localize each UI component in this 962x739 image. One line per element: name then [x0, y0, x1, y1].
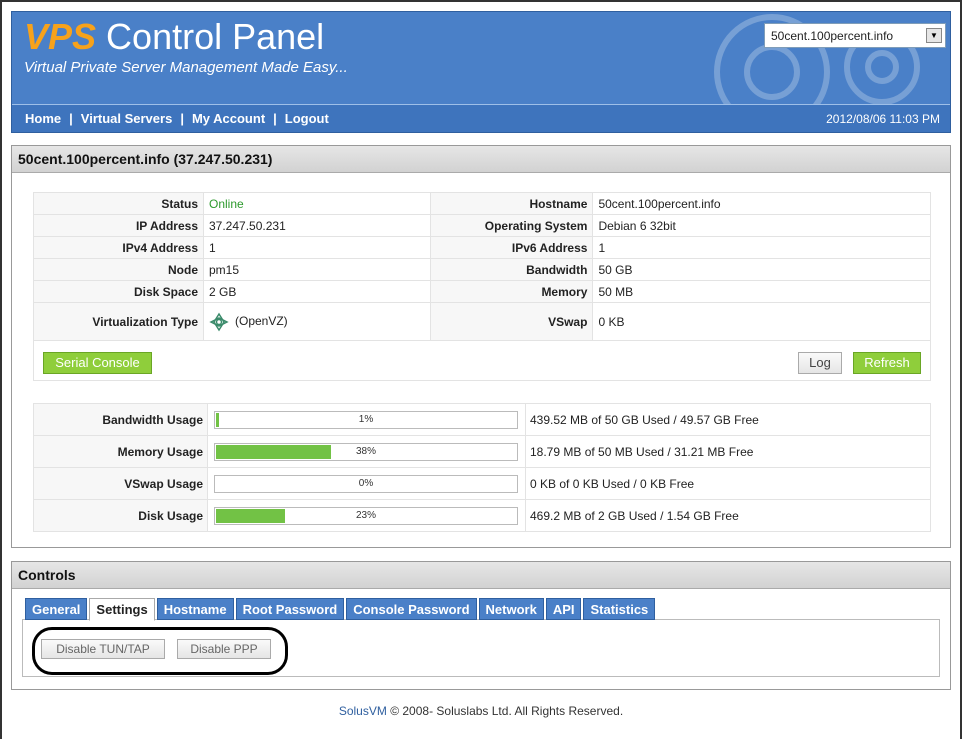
usage-bar-cell: 38% — [207, 435, 526, 468]
nav-my-account[interactable]: My Account — [192, 111, 265, 126]
info-value: 1 — [592, 236, 931, 259]
brand-vps: VPS — [24, 16, 97, 57]
info-label: Operating System — [430, 214, 594, 237]
info-value: Debian 6 32bit — [592, 214, 931, 237]
serial-console-button[interactable]: Serial Console — [43, 352, 152, 374]
usage-row: VSwap Usage 0% 0 KB of 0 KB Used / 0 KB … — [33, 467, 931, 500]
progress-percent: 23% — [355, 509, 376, 521]
table-row: Disk Space 2 GB Memory 50 MB — [33, 280, 931, 303]
highlight-annotation — [32, 627, 288, 675]
usage-progress-bar: 0% — [214, 474, 518, 493]
progress-percent: 0% — [358, 477, 374, 489]
tagline: Virtual Private Server Management Made E… — [24, 59, 348, 76]
tab-api[interactable]: API — [545, 598, 582, 620]
actions-cell — [33, 340, 931, 381]
usage-detail: 469.2 MB of 2 GB Used / 1.54 GB Free — [525, 499, 931, 532]
nav-separator: | — [180, 111, 184, 126]
tab-hostname[interactable]: Hostname — [156, 598, 234, 620]
info-label: Status — [33, 192, 204, 215]
usage-label: VSwap Usage — [33, 467, 208, 500]
tab-statistics[interactable]: Statistics — [583, 598, 656, 620]
chevron-down-icon[interactable]: ▼ — [926, 28, 942, 43]
usage-row: Bandwidth Usage 1% 439.52 MB of 50 GB Us… — [33, 403, 931, 436]
nav-virtual-servers[interactable]: Virtual Servers — [81, 111, 173, 126]
info-label: VSwap — [430, 302, 594, 341]
tab-root-password[interactable]: Root Password — [235, 598, 345, 620]
table-row: Node pm15 Bandwidth 50 GB — [33, 258, 931, 281]
info-value-virtualization: (OpenVZ) — [202, 302, 432, 341]
info-label: Disk Space — [33, 280, 204, 303]
nav-separator: | — [273, 111, 277, 126]
info-label: Node — [33, 258, 204, 281]
usage-label: Disk Usage — [33, 499, 208, 532]
status-value: Online — [202, 192, 432, 215]
controls-tabs: General Settings Hostname Root Password Cons… — [25, 598, 657, 621]
usage-row: Disk Usage 23% 469.2 MB of 2 GB Used / 1… — [33, 499, 931, 532]
header-banner: VPS Control Panel Virtual Private Server… — [11, 11, 951, 133]
usage-progress-bar: 38% — [214, 442, 518, 461]
nav-logout[interactable]: Logout — [285, 111, 329, 126]
info-value: 0 KB — [592, 302, 931, 341]
table-row: Virtualization Type (OpenVZ) VSwap 0 KB — [33, 302, 931, 341]
table-row: IP Address 37.247.50.231 Operating Syste… — [33, 214, 931, 237]
usage-label: Bandwidth Usage — [33, 403, 208, 436]
refresh-button[interactable]: Refresh — [853, 352, 921, 374]
brand-title: VPS Control Panel — [24, 16, 324, 58]
info-value: 50 MB — [592, 280, 931, 303]
controls-title: Controls — [12, 562, 950, 589]
usage-progress-bar: 23% — [214, 506, 518, 525]
server-title: 50cent.100percent.info (37.247.50.231) — [12, 146, 950, 173]
table-row-actions — [33, 340, 931, 381]
usage-bar-cell: 0% — [207, 467, 526, 500]
info-label: IP Address — [33, 214, 204, 237]
footer-solusvm-link[interactable]: SolusVM — [339, 704, 387, 718]
tab-console-password[interactable]: Console Password — [346, 598, 477, 620]
footer: SolusVM © 2008- Soluslabs Ltd. All Right… — [0, 704, 962, 718]
footer-copyright: © 2008- Soluslabs Ltd. All Rights Reserv… — [386, 704, 624, 718]
server-info-panel: 50cent.100percent.info (37.247.50.231) S… — [11, 145, 951, 548]
usage-row: Memory Usage 38% 18.79 MB of 50 MB Used … — [33, 435, 931, 468]
nav-separator: | — [69, 111, 73, 126]
progress-percent: 1% — [358, 413, 374, 425]
top-navbar: Home | Virtual Servers | My Account | Logout 2… — [12, 104, 950, 132]
brand-control-panel: Control Panel — [96, 16, 325, 57]
info-value: 50cent.100percent.info — [592, 192, 931, 215]
openvz-icon — [209, 312, 229, 331]
usage-bar-cell: 23% — [207, 499, 526, 532]
server-info-table: Status Online Hostname 50cent.100percent… — [33, 192, 931, 381]
tab-network[interactable]: Network — [478, 598, 544, 620]
tab-settings[interactable]: Settings — [89, 598, 155, 621]
table-row: IPv4 Address 1 IPv6 Address 1 — [33, 236, 931, 259]
info-value: pm15 — [202, 258, 432, 281]
progress-percent: 38% — [355, 445, 376, 457]
controls-panel: Controls Disable TUN/TAP Disable PPP Gen… — [11, 561, 951, 690]
usage-detail: 18.79 MB of 50 MB Used / 31.21 MB Free — [525, 435, 931, 468]
server-select-value: 50cent.100percent.info — [771, 29, 894, 43]
usage-bar-cell: 1% — [207, 403, 526, 436]
info-value: 2 GB — [202, 280, 432, 303]
info-value: 1 — [202, 236, 432, 259]
nav-home[interactable]: Home — [25, 111, 61, 126]
server-select[interactable]: 50cent.100percent.info ▼ — [764, 23, 946, 48]
usage-detail: 0 KB of 0 KB Used / 0 KB Free — [525, 467, 931, 500]
info-label: IPv6 Address — [430, 236, 594, 259]
tab-general[interactable]: General — [25, 598, 88, 620]
usage-detail: 439.52 MB of 50 GB Used / 49.57 GB Free — [525, 403, 931, 436]
info-label: Memory — [430, 280, 594, 303]
info-label: Hostname — [430, 192, 594, 215]
usage-progress-bar: 1% — [214, 410, 518, 429]
info-value: 37.247.50.231 — [202, 214, 432, 237]
usage-label: Memory Usage — [33, 435, 208, 468]
info-label: IPv4 Address — [33, 236, 204, 259]
usage-table: Bandwidth Usage 1% 439.52 MB of 50 GB Us… — [33, 403, 931, 532]
info-value: 50 GB — [592, 258, 931, 281]
nav-datetime: 2012/08/06 11:03 PM — [826, 112, 940, 126]
info-label: Bandwidth — [430, 258, 594, 281]
virtualization-value: (OpenVZ) — [235, 313, 288, 328]
info-label: Virtualization Type — [33, 302, 204, 341]
log-button[interactable]: Log — [798, 352, 842, 374]
table-row: Status Online Hostname 50cent.100percent… — [33, 192, 931, 215]
